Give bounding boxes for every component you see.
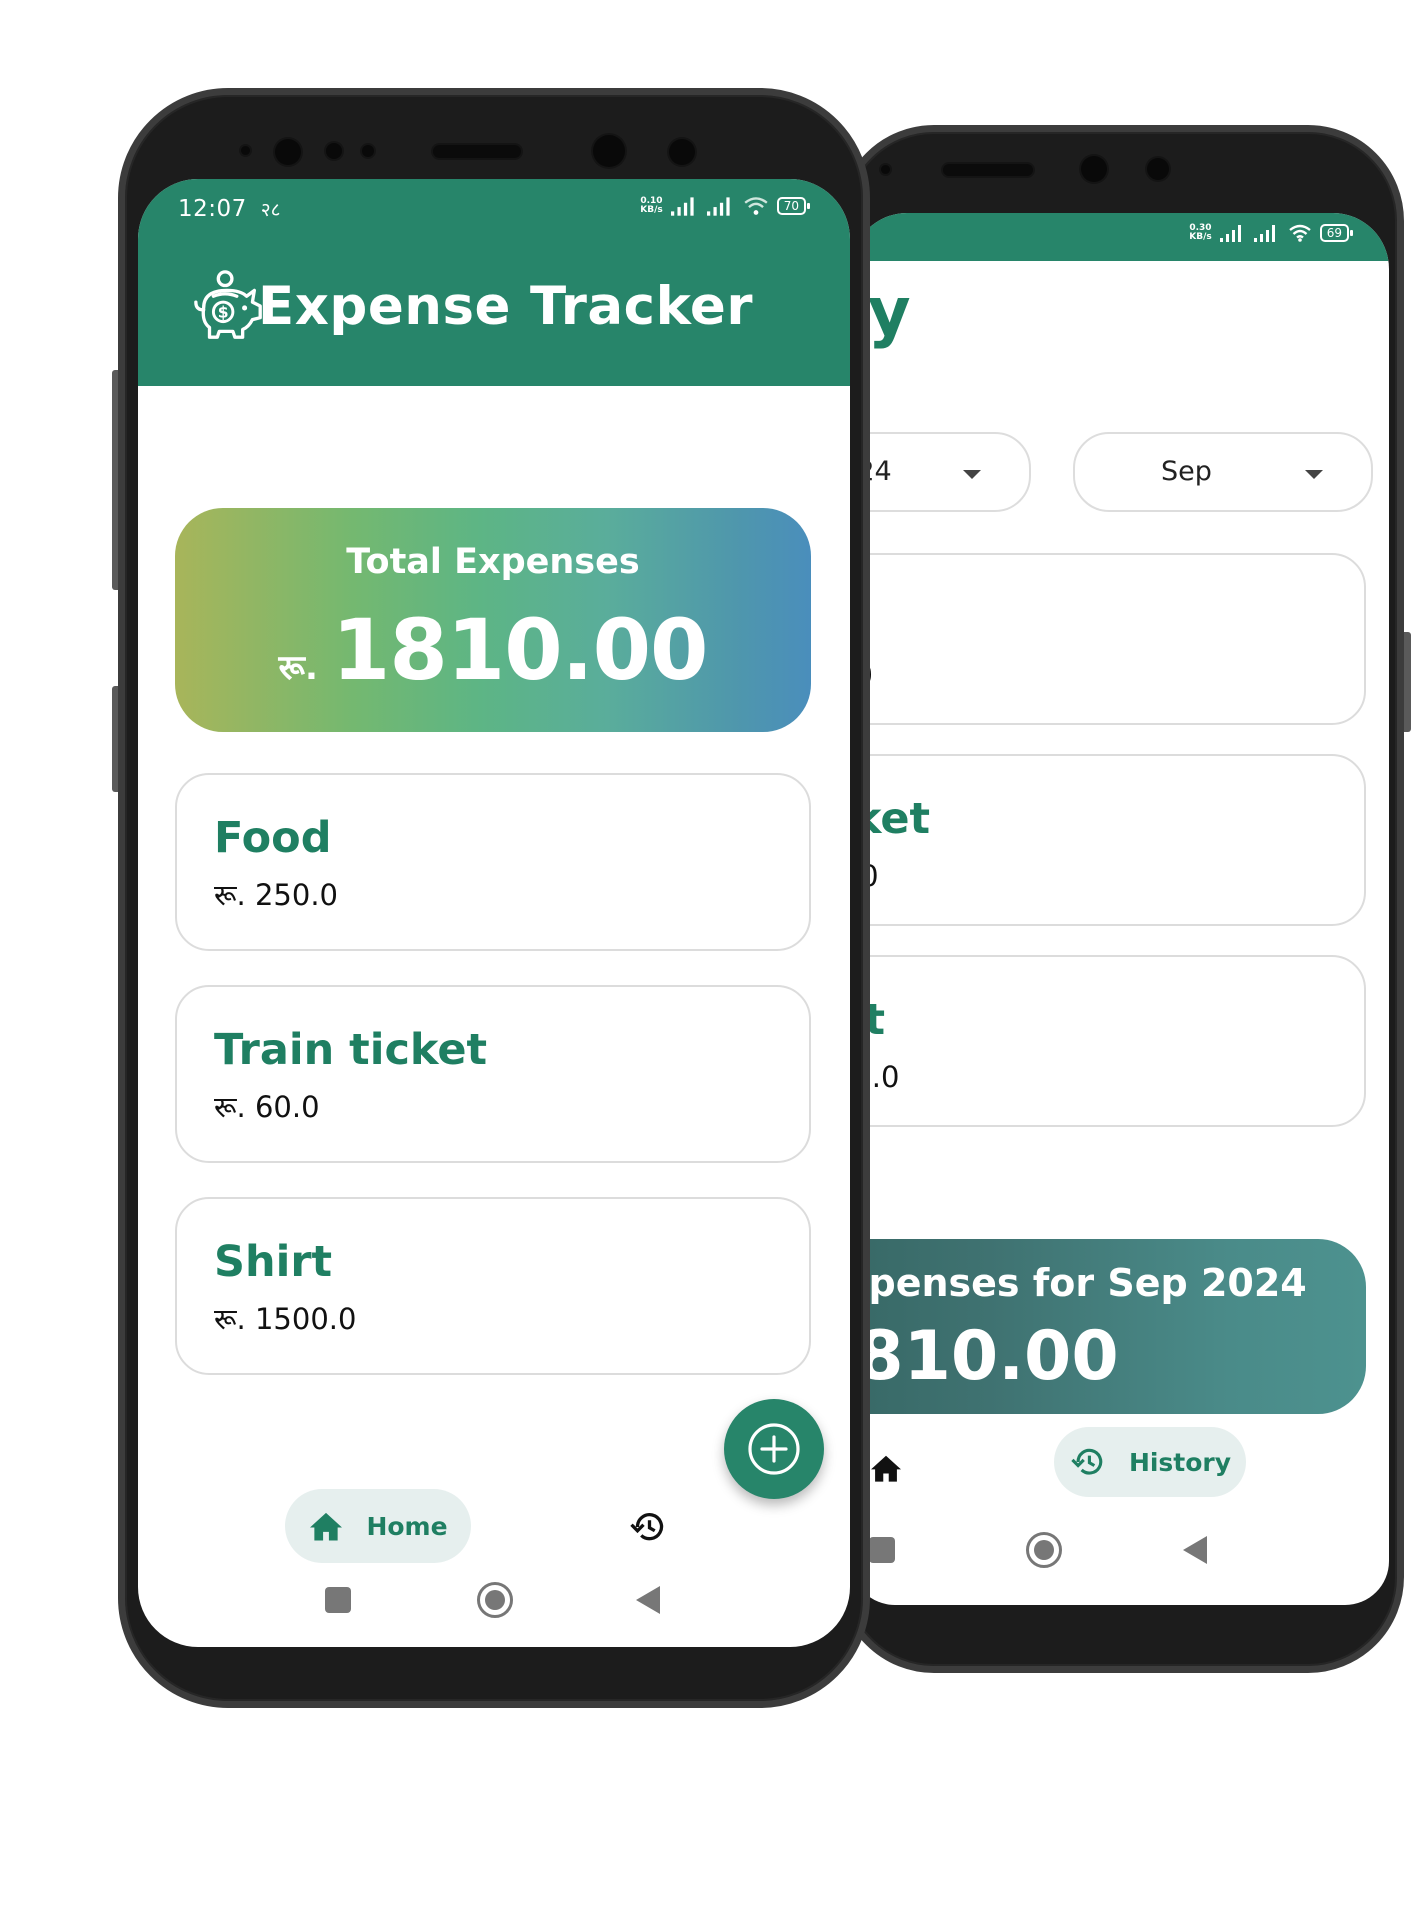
expense-card[interactable]: Shirt रू. 1500.0: [175, 1197, 811, 1375]
phone-home: 12:07 २८ 0.10 KB/s 70 $ Expense Tracker …: [118, 88, 870, 1708]
monthly-total-card: Total Expenses for Sep 2024 रू. 1810.00: [851, 1239, 1366, 1414]
back-button[interactable]: [636, 1586, 660, 1614]
front-camera: [275, 139, 301, 165]
expense-card[interactable]: Food रू. 250.0: [851, 553, 1366, 725]
front-sensor: [1147, 158, 1169, 180]
status-time: 12:07: [178, 196, 247, 222]
nav-history-label: History: [1128, 1447, 1232, 1477]
expense-card[interactable]: Train ticket रू. 60.0: [851, 754, 1366, 926]
network-speed: 0.30 KB/s: [1189, 223, 1212, 242]
system-home-button[interactable]: [477, 1582, 513, 1618]
nav-home-button[interactable]: [869, 1453, 903, 1483]
status-icons: 0.10 KB/s 70: [640, 196, 811, 216]
nav-history-button[interactable]: [628, 1509, 668, 1545]
sensor-dot: [362, 145, 374, 157]
history-icon: [1071, 1448, 1103, 1475]
earpiece-speaker: [943, 164, 1033, 176]
front-camera: [593, 135, 625, 167]
wifi-icon: [744, 197, 768, 215]
nav-home-button[interactable]: Home: [285, 1489, 471, 1563]
wifi-icon: [1288, 224, 1311, 242]
expense-amount: रू. 250.0: [214, 878, 338, 912]
add-circle-icon: [748, 1423, 800, 1475]
back-button[interactable]: [1183, 1536, 1207, 1564]
monthly-total-amount: 1810.00: [851, 1317, 1119, 1396]
monthly-total-label: Total Expenses for Sep 2024: [851, 1261, 1307, 1305]
history-screen: 0.30 KB/s 69 History 2024 Sep Food रू. 2…: [851, 213, 1389, 1605]
month-dropdown-value: Sep: [1161, 456, 1212, 487]
recents-button[interactable]: [325, 1587, 351, 1613]
sensor-dot: [241, 146, 250, 155]
network-speed: 0.10 KB/s: [640, 196, 663, 215]
piggy-bank-dollar-icon: $: [194, 270, 262, 339]
expense-name: Shirt: [214, 1237, 333, 1287]
sensor-dot: [881, 165, 890, 174]
front-camera: [1081, 156, 1107, 182]
expense-card[interactable]: Food रू. 250.0: [175, 773, 811, 951]
expense-name: Food: [214, 813, 332, 863]
nav-history-button[interactable]: History: [1054, 1427, 1246, 1497]
app-title: Expense Tracker: [258, 276, 754, 337]
home-icon: [871, 1455, 901, 1482]
home-icon: [310, 1512, 343, 1541]
expense-name: Train ticket: [214, 1025, 488, 1075]
phone-history: 0.30 KB/s 69 History 2024 Sep Food रू. 2…: [838, 125, 1411, 1673]
battery-indicator: 70: [776, 197, 811, 215]
recents-button[interactable]: [869, 1537, 895, 1563]
earpiece-speaker: [433, 145, 521, 158]
expense-card[interactable]: Shirt रू. 1500.0: [851, 955, 1366, 1127]
expense-amount: रू. 1500.0: [214, 1302, 357, 1336]
chevron-down-icon: [963, 470, 981, 479]
nav-home-label: Home: [366, 1511, 448, 1541]
signal-icon: [670, 197, 694, 216]
total-expenses-label: Total Expenses: [346, 542, 640, 582]
status-date: २८: [260, 199, 281, 221]
currency-symbol: रू.: [278, 648, 318, 688]
chevron-down-icon: [1305, 470, 1323, 479]
total-expenses-amount: 1810.00: [331, 601, 709, 699]
history-icon: [630, 1513, 664, 1541]
battery-indicator: 69: [1319, 224, 1354, 242]
month-dropdown[interactable]: Sep: [1073, 432, 1373, 512]
svg-text:$: $: [218, 304, 229, 322]
status-icons: 0.30 KB/s 69: [1189, 223, 1354, 242]
expense-card[interactable]: Train ticket रू. 60.0: [175, 985, 811, 1163]
power-button: [1404, 632, 1411, 732]
year-dropdown[interactable]: 2024: [851, 432, 1031, 512]
signal-icon: [706, 197, 730, 216]
add-expense-button[interactable]: [724, 1399, 824, 1499]
expense-amount: रू. 60.0: [214, 1090, 320, 1124]
signal-icon: [1219, 225, 1241, 242]
front-sensor: [669, 139, 695, 165]
signal-icon: [1253, 225, 1275, 242]
total-expenses-card: Total Expenses रू. 1810.00: [175, 508, 811, 732]
home-screen: 12:07 २८ 0.10 KB/s 70 $ Expense Tracker …: [138, 179, 850, 1647]
system-home-button[interactable]: [1026, 1532, 1062, 1568]
sensor-dot: [326, 143, 342, 159]
